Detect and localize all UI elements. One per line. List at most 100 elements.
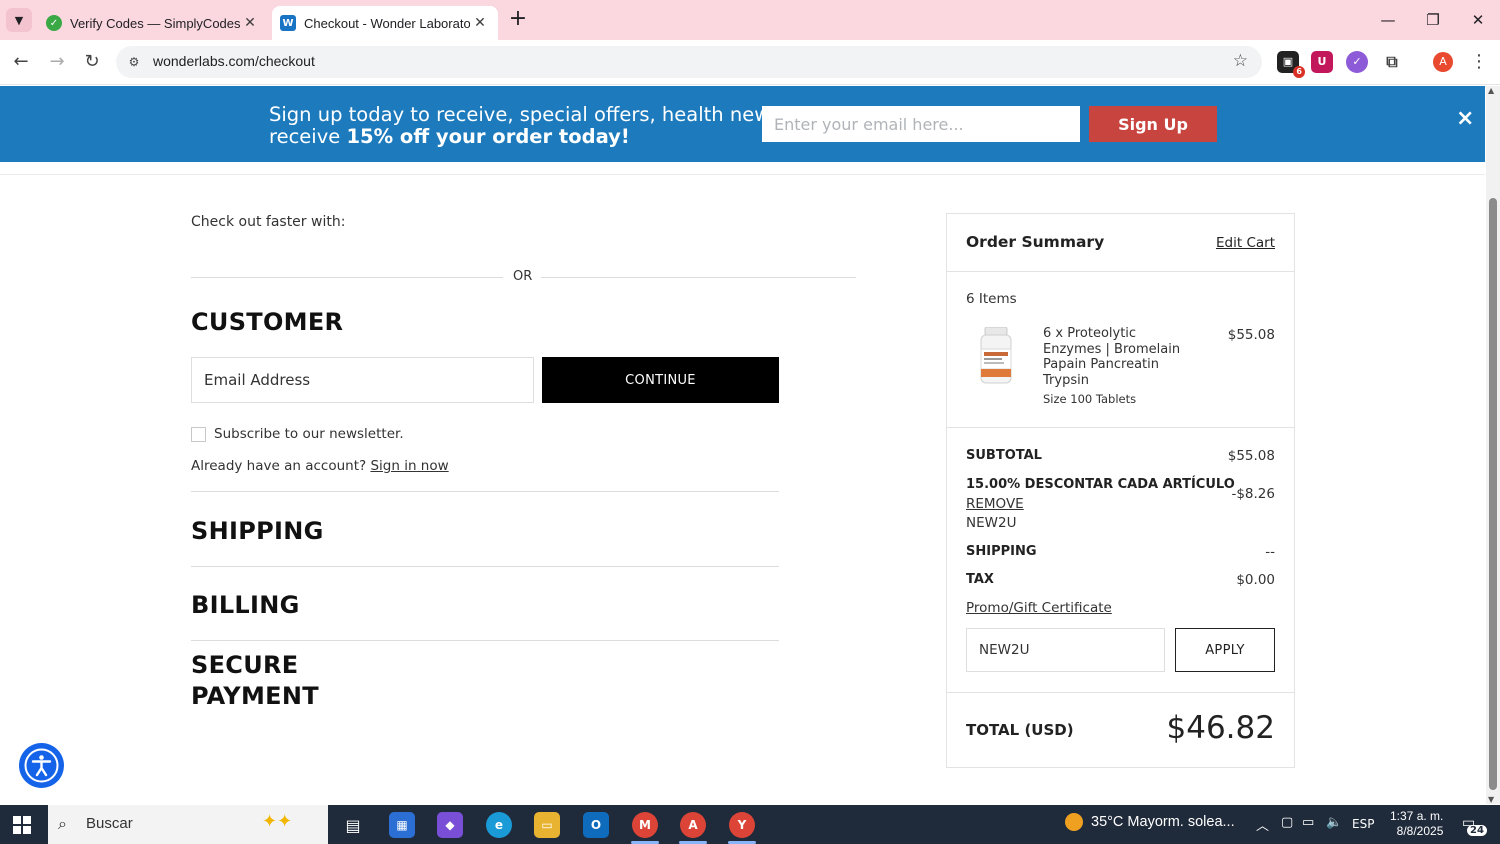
payment-heading: SECURE PAYMENT bbox=[191, 650, 319, 712]
tab-search-button[interactable]: ▼ bbox=[6, 8, 32, 32]
tray-app-icon[interactable]: ▢ bbox=[1281, 815, 1293, 830]
url-text[interactable]: wonderlabs.com/checkout bbox=[153, 53, 315, 69]
weather-sun-icon bbox=[1065, 813, 1083, 831]
total-label: TOTAL (USD) bbox=[966, 721, 1074, 739]
customer-heading: CUSTOMER bbox=[191, 308, 344, 336]
order-summary: Order Summary Edit Cart 6 Items 6 x Prot… bbox=[946, 213, 1295, 768]
extension-icon[interactable]: ▣ 6 bbox=[1277, 51, 1305, 78]
or-divider-right bbox=[541, 277, 856, 278]
or-divider-left bbox=[191, 277, 503, 278]
chrome-profile-a-icon[interactable]: A bbox=[680, 812, 706, 838]
bookmark-star-icon[interactable]: ☆ bbox=[1233, 51, 1248, 71]
chrome-profile-m-icon[interactable]: M bbox=[632, 812, 658, 838]
discount-label: 15.00% DESCONTAR CADA ARTÍCULO bbox=[966, 477, 1235, 492]
file-explorer-icon[interactable]: ▭ bbox=[534, 812, 560, 838]
billing-heading: BILLING bbox=[191, 591, 300, 619]
site-info-icon[interactable]: ⚙ bbox=[124, 52, 144, 72]
volume-icon[interactable]: 🔈 bbox=[1326, 815, 1342, 830]
shield-extension-icon[interactable]: U bbox=[1311, 51, 1333, 73]
promo-gift-link[interactable]: Promo/Gift Certificate bbox=[966, 600, 1112, 616]
total-value: $46.82 bbox=[1166, 710, 1275, 746]
back-arrow-icon[interactable]: ← bbox=[9, 50, 33, 74]
summary-divider bbox=[947, 692, 1294, 693]
discount-value: -$8.26 bbox=[1231, 486, 1275, 502]
payment-heading-line1: SECURE bbox=[191, 651, 299, 679]
shipping-value: -- bbox=[1265, 544, 1275, 560]
reload-icon[interactable]: ↻ bbox=[80, 50, 104, 74]
window-close-icon[interactable]: ✕ bbox=[1463, 6, 1493, 34]
tray-chevron-icon[interactable]: ︿ bbox=[1256, 815, 1269, 834]
browser-toolbar: ← → ↻ ⚙ wonderlabs.com/checkout ☆ ▣ 6 U ✓… bbox=[0, 40, 1500, 85]
continue-button[interactable]: CONTINUE bbox=[542, 357, 779, 403]
task-view-icon[interactable]: ▤ bbox=[340, 812, 366, 838]
profile-avatar[interactable]: A bbox=[1433, 52, 1453, 72]
apply-coupon-button[interactable]: APPLY bbox=[1175, 628, 1275, 672]
new-tab-button[interactable]: + bbox=[506, 8, 530, 32]
forward-arrow-icon[interactable]: → bbox=[45, 50, 69, 74]
taskbar-clock[interactable]: 1:37 a. m. 8/8/2025 bbox=[1390, 809, 1443, 839]
shipping-heading: SHIPPING bbox=[191, 517, 324, 545]
summary-divider bbox=[947, 271, 1294, 272]
sign-in-link[interactable]: Sign in now bbox=[370, 458, 448, 474]
network-icon[interactable]: ▭ bbox=[1302, 815, 1314, 830]
coupon-input[interactable] bbox=[966, 628, 1165, 672]
promo-text-prefix: receive bbox=[269, 125, 347, 148]
tab-simplycodes[interactable]: ✓ Verify Codes — SimplyCodes ✕ bbox=[36, 6, 268, 40]
taskbar-search[interactable]: ⌕ Buscar ✦✦ bbox=[48, 805, 328, 844]
weather-text: 35°C Mayorm. solea... bbox=[1091, 813, 1235, 830]
banner-email-input[interactable] bbox=[762, 106, 1080, 142]
product-bottle-image bbox=[980, 327, 1012, 384]
weather-widget[interactable]: 35°C Mayorm. solea... bbox=[1065, 813, 1235, 831]
page-scrollbar[interactable]: ▲ ▼ bbox=[1486, 86, 1500, 804]
accessibility-icon bbox=[24, 748, 59, 783]
newsletter-label[interactable]: Subscribe to our newsletter. bbox=[214, 426, 404, 442]
newsletter-checkbox[interactable] bbox=[191, 427, 206, 442]
section-divider bbox=[191, 566, 779, 567]
extension-badge: 6 bbox=[1293, 66, 1305, 78]
tax-value: $0.00 bbox=[1236, 572, 1275, 588]
order-summary-title: Order Summary bbox=[966, 233, 1105, 251]
promo-banner: Sign up today to receive, special offers… bbox=[0, 86, 1485, 162]
account-prompt: Already have an account? Sign in now bbox=[191, 458, 449, 474]
scroll-up-icon[interactable]: ▲ bbox=[1488, 86, 1494, 95]
notification-badge: 24 bbox=[1467, 825, 1487, 836]
browser-menu-icon[interactable]: ⋮ bbox=[1470, 50, 1488, 74]
scroll-thumb[interactable] bbox=[1489, 198, 1497, 790]
tab-title: Checkout - Wonder Laboratories bbox=[304, 15, 470, 31]
banner-close-icon[interactable]: × bbox=[1456, 106, 1474, 131]
windows-start-icon[interactable] bbox=[13, 816, 31, 834]
header-divider bbox=[0, 174, 1485, 175]
store-icon[interactable]: ▦ bbox=[389, 812, 415, 838]
language-indicator[interactable]: ESP bbox=[1352, 817, 1374, 831]
minimize-icon[interactable]: — bbox=[1373, 6, 1403, 34]
edit-cart-link[interactable]: Edit Cart bbox=[1216, 235, 1275, 251]
simplycodes-favicon-icon: ✓ bbox=[46, 15, 62, 31]
subtotal-label: SUBTOTAL bbox=[966, 448, 1042, 463]
customer-email-input[interactable] bbox=[191, 357, 534, 403]
close-tab-icon[interactable]: ✕ bbox=[240, 15, 260, 31]
signup-button[interactable]: Sign Up bbox=[1089, 106, 1217, 142]
chevron-down-icon: ▼ bbox=[14, 13, 24, 27]
close-tab-icon[interactable]: ✕ bbox=[470, 15, 490, 31]
restore-icon[interactable]: ❐ bbox=[1418, 6, 1448, 34]
puzzle-extensions-icon[interactable]: ⧉ bbox=[1381, 51, 1403, 73]
copilot-icon[interactable]: ◆ bbox=[437, 812, 463, 838]
outlook-icon[interactable]: O bbox=[583, 812, 609, 838]
address-bar[interactable]: ⚙ wonderlabs.com/checkout ☆ bbox=[116, 46, 1262, 78]
tab-checkout[interactable]: W Checkout - Wonder Laboratories ✕ bbox=[272, 6, 498, 40]
clock-time: 1:37 a. m. bbox=[1390, 809, 1444, 823]
chrome-profile-y-icon[interactable]: Y bbox=[729, 812, 755, 838]
shipping-label: SHIPPING bbox=[966, 544, 1037, 559]
browser-titlebar: ▼ ✓ Verify Codes — SimplyCodes ✕ W Check… bbox=[0, 0, 1500, 40]
edge-icon[interactable]: e bbox=[486, 812, 512, 838]
simplycodes-extension-icon[interactable]: ✓ bbox=[1346, 51, 1368, 73]
promo-text-line1: Sign up today to receive, special offers… bbox=[269, 103, 830, 126]
sparkle-icon: ✦✦ bbox=[262, 811, 293, 832]
or-label: OR bbox=[513, 269, 533, 284]
taskbar-search-text: Buscar bbox=[86, 815, 133, 832]
remove-coupon-link[interactable]: REMOVE bbox=[966, 496, 1024, 512]
subtotal-value: $55.08 bbox=[1227, 448, 1275, 464]
scroll-down-icon[interactable]: ▼ bbox=[1488, 795, 1494, 804]
summary-divider bbox=[947, 427, 1294, 428]
accessibility-button[interactable] bbox=[19, 743, 64, 788]
